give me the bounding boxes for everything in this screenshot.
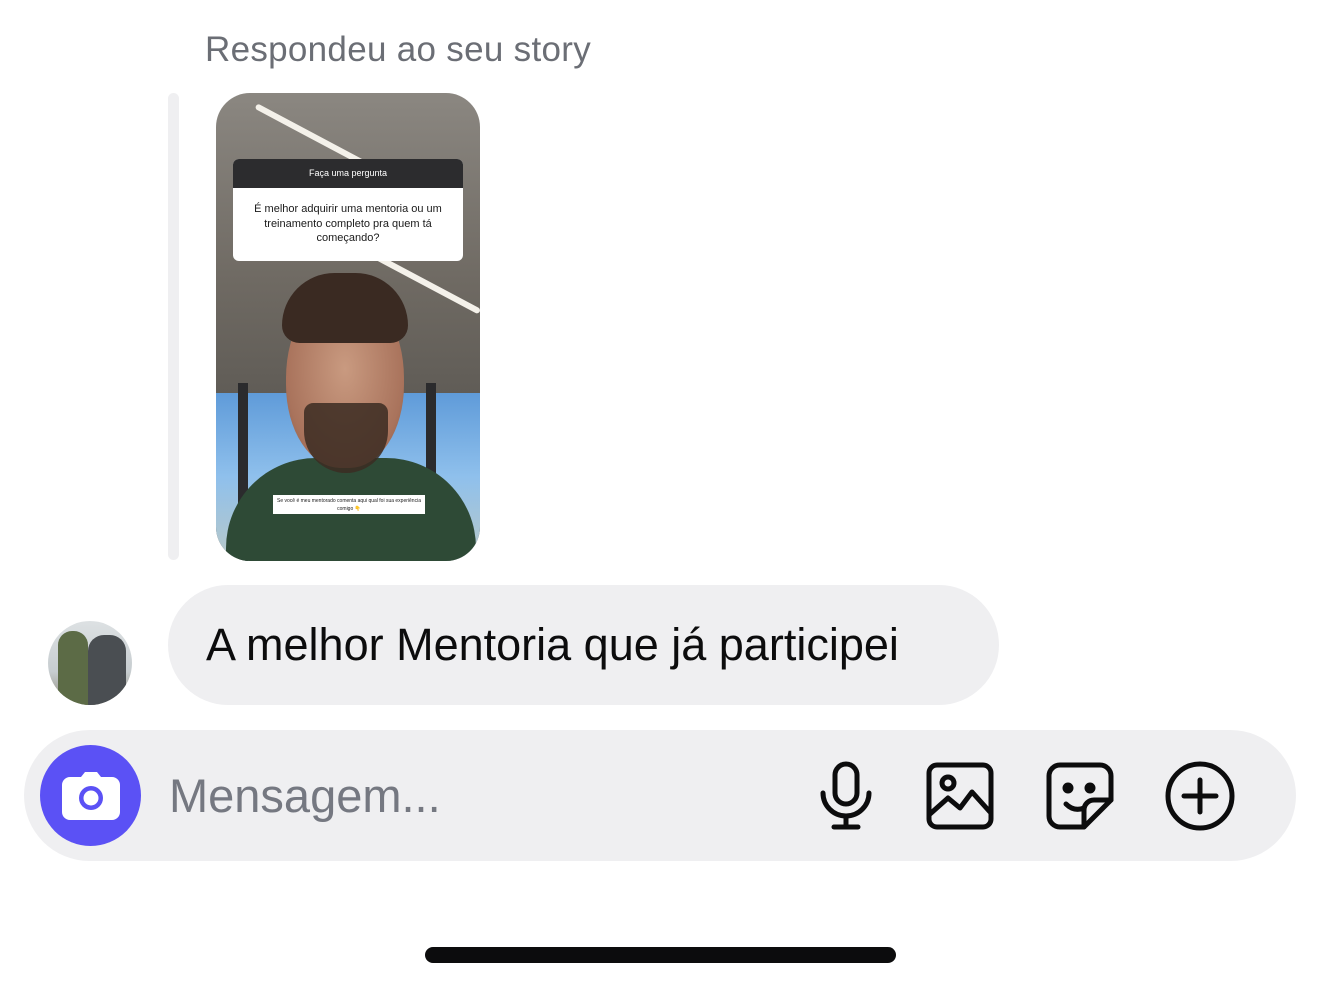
story-caption: Se você é meu mentorado comenta aqui qua… [273,495,425,514]
question-sticker: Faça uma pergunta É melhor adquirir uma … [233,159,463,261]
question-sticker-text: É melhor adquirir uma mentoria ou um tre… [254,203,442,244]
sender-avatar[interactable] [48,621,132,705]
microphone-icon [820,761,872,830]
message-input[interactable] [169,760,769,830]
camera-icon [61,771,120,820]
reply-quote-bar [168,93,179,560]
camera-button[interactable] [40,745,141,846]
microphone-button[interactable] [808,758,884,834]
message-text: A melhor Mentoria que já participei [206,619,899,670]
sticker-button[interactable] [1042,758,1118,834]
more-options-button[interactable] [1162,758,1238,834]
gallery-icon [926,762,994,830]
sticker-icon [1046,762,1114,830]
message-bubble[interactable]: A melhor Mentoria que já participei [168,585,999,705]
home-indicator[interactable] [425,947,896,963]
gallery-button[interactable] [922,758,998,834]
add-icon [1165,761,1235,831]
story-thumbnail[interactable]: Faça uma pergunta É melhor adquirir uma … [216,93,480,561]
chat-screen: Respondeu ao seu story Faça uma pergunta… [0,0,1320,987]
question-sticker-title: Faça uma pergunta [233,159,463,188]
story-reply-label: Respondeu ao seu story [205,30,592,69]
message-composer [24,730,1296,861]
